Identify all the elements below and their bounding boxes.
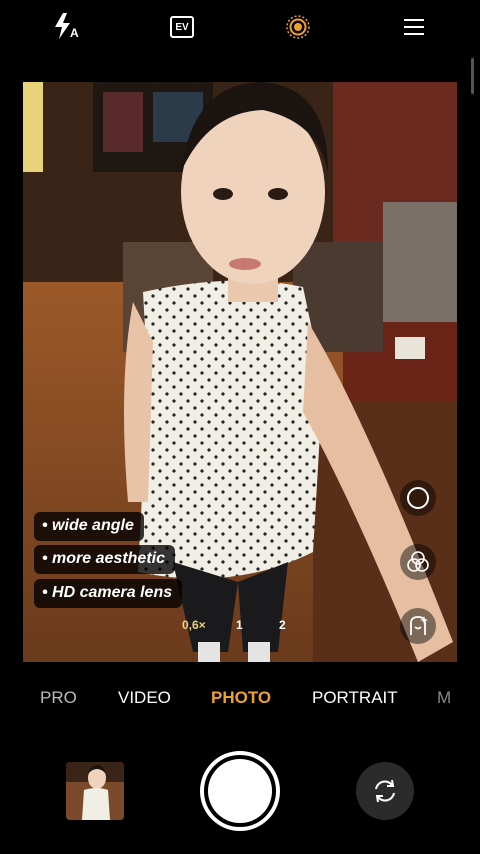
beauty-icon: [410, 616, 428, 635]
switch-camera-button[interactable]: [356, 762, 414, 820]
shutter-mode-icon: [407, 487, 429, 509]
flash-auto-icon[interactable]: A: [52, 12, 82, 42]
live-photo-icon[interactable]: [283, 12, 313, 42]
zoom-option-0-6x[interactable]: 0,6×: [182, 618, 206, 632]
bottom-controls: [0, 740, 480, 850]
caption-hd-camera-lens: • HD camera lens: [34, 579, 183, 608]
ev-label: EV: [175, 21, 189, 33]
menu-icon[interactable]: [399, 12, 429, 42]
shutter-mode-button[interactable]: [400, 480, 436, 516]
camera-preview-image: [23, 82, 457, 662]
gallery-thumbnail-image: [66, 762, 124, 820]
ev-button[interactable]: EV: [167, 12, 197, 42]
shutter-inner: [208, 759, 272, 823]
flash-badge: A: [70, 26, 79, 40]
caption-more-aesthetic: • more aesthetic: [34, 545, 175, 574]
zoom-option-1x[interactable]: 1: [236, 618, 243, 632]
filter-button[interactable]: [400, 544, 436, 580]
camera-viewfinder[interactable]: [23, 82, 457, 662]
mode-more[interactable]: M: [437, 688, 451, 708]
mode-photo[interactable]: PHOTO: [211, 688, 271, 708]
caption-wide-angle: • wide angle: [34, 512, 144, 541]
mode-video[interactable]: VIDEO: [118, 688, 171, 708]
zoom-option-2x[interactable]: 2: [279, 618, 286, 632]
top-bar: A EV: [0, 0, 480, 56]
mode-pro[interactable]: PRO: [40, 688, 77, 708]
switch-camera-icon: [375, 779, 395, 803]
shutter-button[interactable]: [200, 751, 280, 831]
filter-icon: [407, 551, 429, 572]
beauty-button[interactable]: [400, 608, 436, 644]
mode-selector: PRO VIDEO PHOTO PORTRAIT M: [0, 682, 480, 716]
mode-portrait[interactable]: PORTRAIT: [312, 688, 398, 708]
gallery-thumbnail[interactable]: [66, 762, 124, 820]
scroll-indicator: [471, 58, 474, 94]
